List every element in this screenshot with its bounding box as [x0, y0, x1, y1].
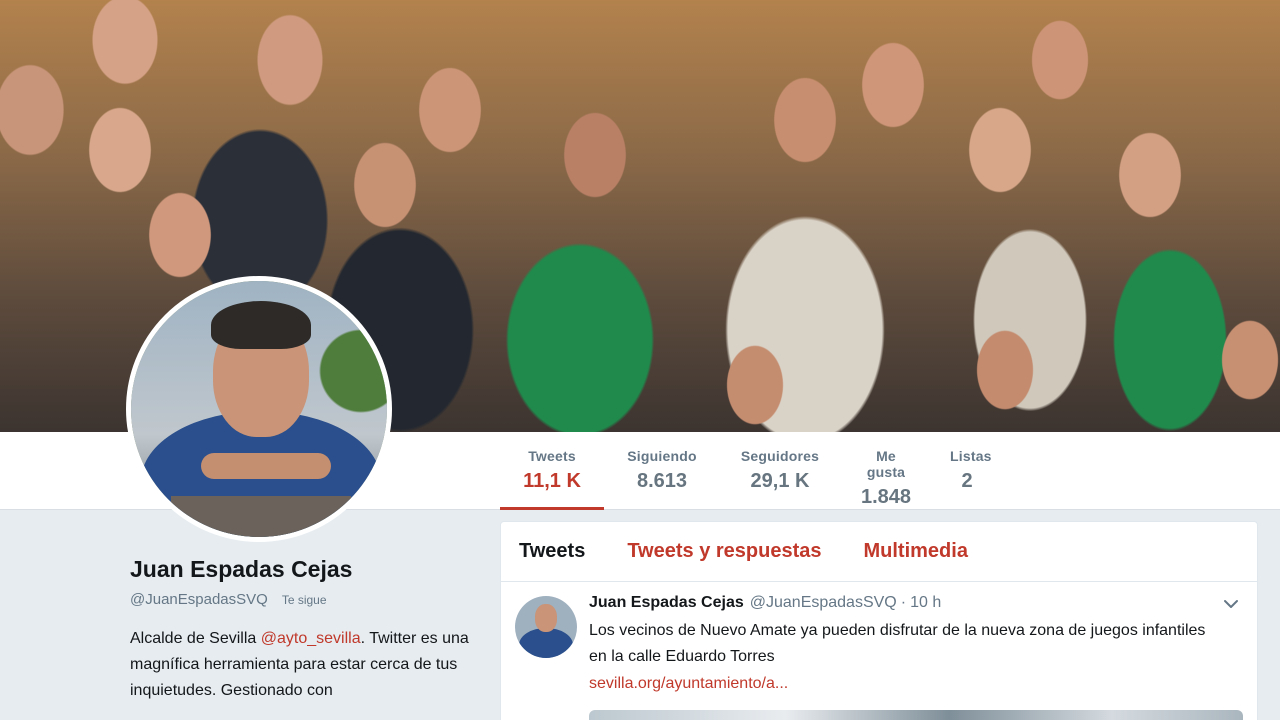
stat-likes-label: Me gusta: [866, 448, 906, 480]
stat-lists[interactable]: Listas 2: [932, 432, 1002, 510]
bio-text-start: Alcalde de Sevilla: [130, 630, 261, 647]
tweet-author-handle[interactable]: @JuanEspadasSVQ: [750, 594, 897, 612]
stat-tweets-value: 11,1 K: [523, 470, 581, 492]
profile-card: Juan Espadas Cejas @JuanEspadasSVQ Te si…: [130, 556, 470, 704]
stat-following[interactable]: Siguiendo 8.613: [604, 432, 720, 510]
stat-following-value: 8.613: [636, 470, 688, 492]
stat-lists-label: Listas: [950, 448, 992, 464]
tab-tweets-replies[interactable]: Tweets y respuestas: [627, 540, 821, 563]
stat-followers-value: 29,1 K: [750, 470, 810, 492]
profile-handle-row: @JuanEspadasSVQ Te sigue: [130, 591, 470, 608]
stat-followers-label: Seguidores: [740, 448, 820, 464]
tweet-separator: ·: [900, 594, 907, 611]
profile-handle[interactable]: @JuanEspadasSVQ: [130, 591, 268, 608]
profile-name[interactable]: Juan Espadas Cejas: [130, 556, 470, 583]
stat-tweets[interactable]: Tweets 11,1 K: [500, 432, 604, 510]
tweet-text: Los vecinos de Nuevo Amate ya pueden dis…: [589, 622, 1206, 665]
timeline: Tweets Tweets y respuestas Multimedia Ju…: [500, 521, 1258, 720]
stat-likes[interactable]: Me gusta 1.848: [840, 432, 932, 510]
tweet[interactable]: Juan Espadas Cejas @JuanEspadasSVQ · 10 …: [501, 582, 1257, 720]
profile-avatar[interactable]: [126, 276, 392, 542]
tweet-author-name[interactable]: Juan Espadas Cejas: [589, 594, 744, 612]
tweet-media-preview[interactable]: [589, 710, 1243, 720]
bio-mention-link[interactable]: @ayto_sevilla: [261, 630, 361, 647]
tweet-avatar[interactable]: [515, 596, 577, 658]
chevron-down-icon[interactable]: [1221, 594, 1241, 614]
stat-followers[interactable]: Seguidores 29,1 K: [720, 432, 840, 510]
tab-media[interactable]: Multimedia: [864, 540, 968, 563]
stat-following-label: Siguiendo: [627, 448, 697, 464]
stat-likes-value: 1.848: [860, 486, 912, 508]
tweet-header: Juan Espadas Cejas @JuanEspadasSVQ · 10 …: [589, 594, 1241, 612]
follows-you-badge: Te sigue: [281, 592, 327, 607]
tweet-timestamp[interactable]: 10 h: [910, 594, 941, 612]
timeline-tabs: Tweets Tweets y respuestas Multimedia: [501, 522, 1257, 582]
stat-tweets-label: Tweets: [528, 448, 576, 464]
profile-stats: Tweets 11,1 K Siguiendo 8.613 Seguidores…: [500, 432, 1002, 510]
profile-bio: Alcalde de Sevilla @ayto_sevilla. Twitte…: [130, 626, 470, 704]
tweet-link[interactable]: sevilla.org/ayuntamiento/a...: [589, 670, 1241, 698]
stat-lists-value: 2: [961, 470, 973, 492]
tab-tweets[interactable]: Tweets: [519, 540, 585, 563]
